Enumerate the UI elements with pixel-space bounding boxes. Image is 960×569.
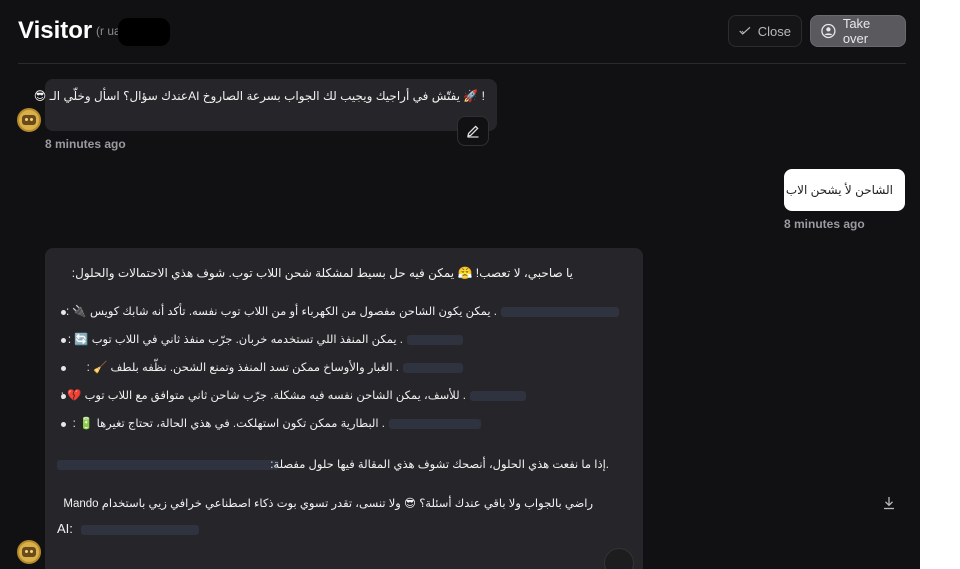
article-line: .إذا ما نفعت هذي الحلول، أنصحك تشوف هذي … xyxy=(57,457,609,473)
list-item-text: . الغبار والأوساخ ممكن تسد المنفذ وتمنع … xyxy=(87,360,467,376)
header-divider xyxy=(18,63,906,64)
chat-header: Visitor (r ua) Close Take over xyxy=(18,14,906,50)
page-title: Visitor xyxy=(18,17,93,44)
article-link[interactable] xyxy=(57,460,279,470)
message-time: 8 minutes ago xyxy=(45,137,126,151)
take-over-label: Take over xyxy=(842,16,871,46)
list-item-text: . يمكن المنفذ اللي تستخدمه خربان. جرّب م… xyxy=(68,332,467,348)
bot-intro-text: يا صاحبي، لا تعصب! 😤 يمكن فيه حل بسيط لم… xyxy=(71,266,573,280)
bot-avatar-icon xyxy=(22,115,36,125)
list-bullet xyxy=(61,422,66,427)
solution-link[interactable] xyxy=(501,306,619,317)
bot-message: ! 🚀 يفتّش في أراجيك ويجيب لك الجواب بسرع… xyxy=(33,79,497,131)
take-over-button[interactable]: Take over xyxy=(810,15,906,47)
list-item: . يمكن يكون الشاحن مفصول من الكهرباء أو … xyxy=(45,304,635,322)
message-time: 8 minutes ago xyxy=(784,217,865,231)
list-item: . الغبار والأوساخ ممكن تسد المنفذ وتمنع … xyxy=(45,360,635,378)
pencil-icon xyxy=(467,125,479,138)
download-icon[interactable] xyxy=(882,496,896,510)
edit-message-button[interactable] xyxy=(457,116,489,146)
close-label: Close xyxy=(757,23,791,39)
mando-link[interactable] xyxy=(80,524,199,535)
closing-tail: AI: xyxy=(57,520,203,536)
list-item-text: . يمكن يكون الشاحن مفصول من الكهرباء أو … xyxy=(66,304,623,320)
bot-message: يا صاحبي، لا تعصب! 😤 يمكن فيه حل بسيط لم… xyxy=(45,248,643,569)
closing-tail-text: AI: xyxy=(57,521,73,536)
closing-text: راضي بالجواب ولا باقي عندك أسئلة؟ 😎 ولا … xyxy=(63,498,593,510)
solutions-list: . يمكن يكون الشاحن مفصول من الكهرباء أو … xyxy=(45,304,635,434)
redaction-mark xyxy=(118,18,170,46)
article-text: .إذا ما نفعت هذي الحلول، أنصحك تشوف هذي … xyxy=(270,459,609,471)
bot-avatar-icon xyxy=(22,547,36,557)
bot-avatar xyxy=(17,108,41,132)
solution-link[interactable] xyxy=(389,418,481,429)
solution-link[interactable] xyxy=(470,390,526,401)
list-bullet xyxy=(61,366,66,371)
list-item: . يمكن المنفذ اللي تستخدمه خربان. جرّب م… xyxy=(45,332,635,350)
chat-panel: Visitor (r ua) Close Take over ! 🚀 يفتّش… xyxy=(0,0,920,569)
user-message: الشاحن لأ يشحن الاب xyxy=(784,169,905,211)
user-circle-icon xyxy=(821,23,836,39)
list-item-text: . البطارية ممكن تكون استهلكت. في هذي الح… xyxy=(73,416,485,432)
check-icon xyxy=(739,26,751,35)
close-button[interactable]: Close xyxy=(728,15,802,47)
list-item-text: . للأسف، يمكن الشاحن نفسه فيه مشكلة. جرّ… xyxy=(61,388,530,404)
solution-link[interactable] xyxy=(407,334,463,345)
bot-message-text: ! 🚀 يفتّش في أراجيك ويجيب لك الجواب بسرع… xyxy=(33,89,485,103)
solution-link[interactable] xyxy=(403,362,463,373)
list-item: . البطارية ممكن تكون استهلكت. في هذي الح… xyxy=(45,416,635,434)
user-message-text: الشاحن لأ يشحن الاب xyxy=(785,183,893,197)
bot-avatar xyxy=(17,540,41,564)
list-bullet xyxy=(61,338,66,343)
list-item: . للأسف، يمكن الشاحن نفسه فيه مشكلة. جرّ… xyxy=(45,388,635,406)
